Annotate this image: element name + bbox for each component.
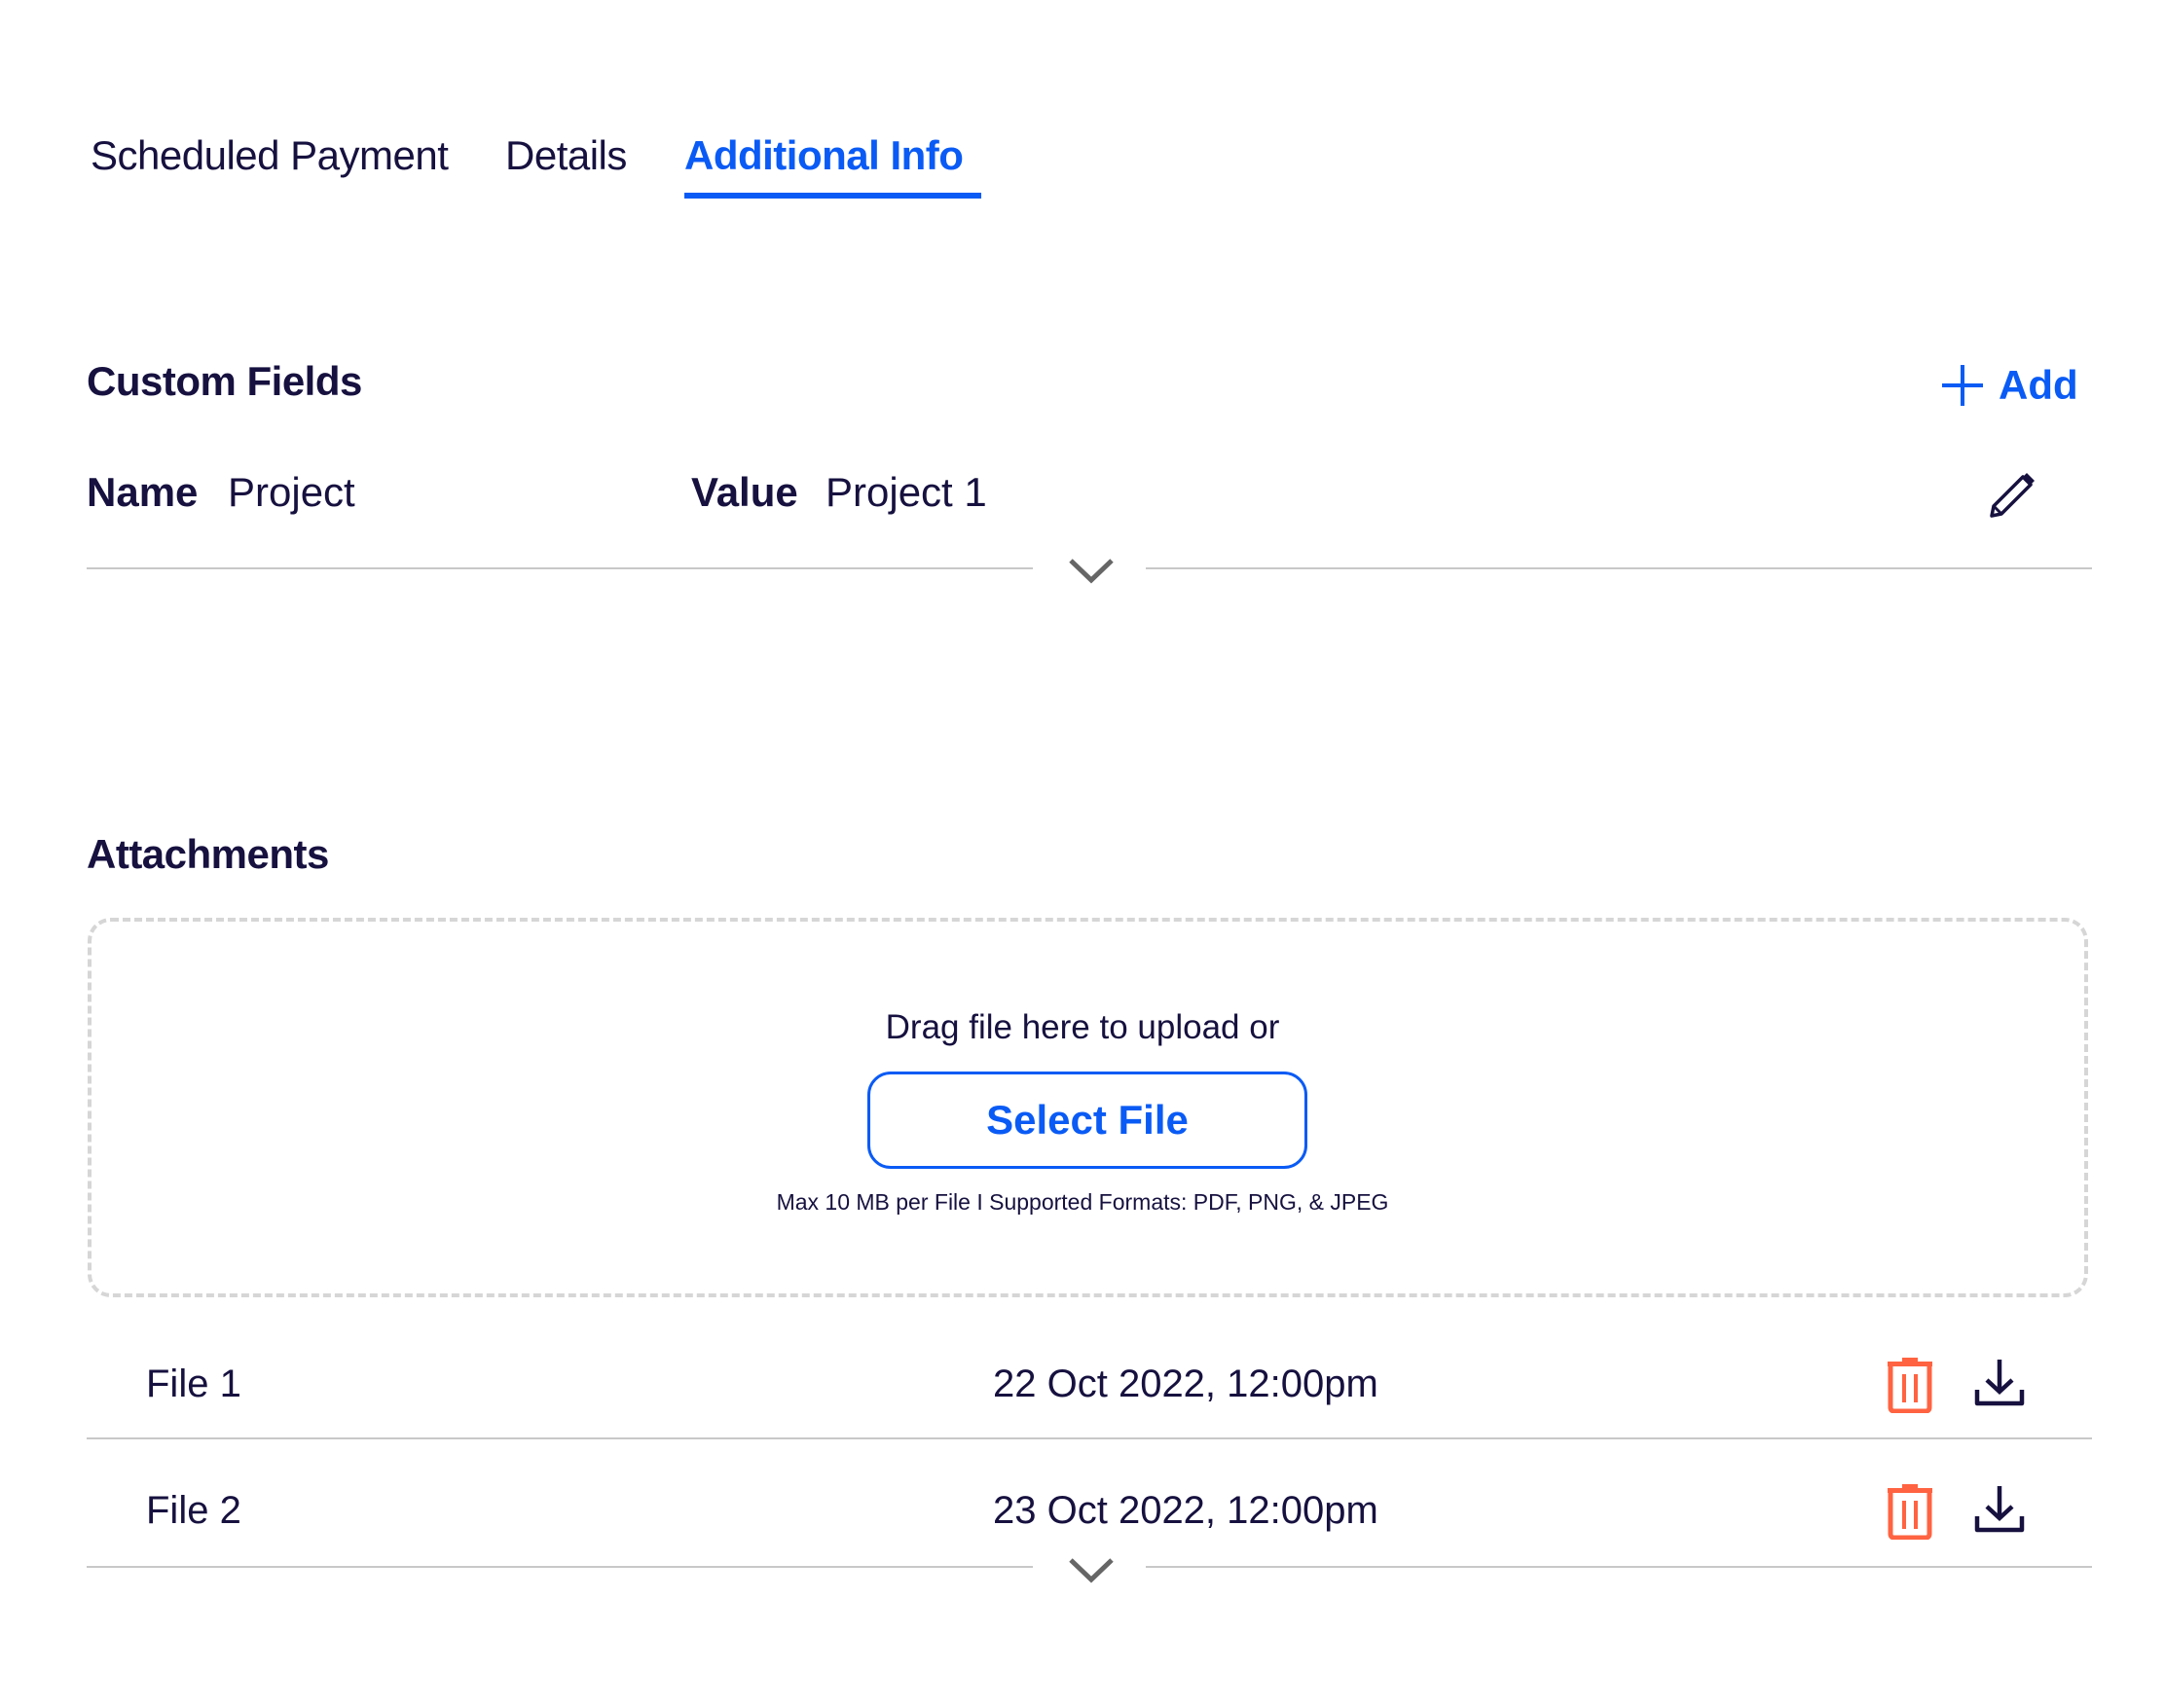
- value-label: Value: [691, 469, 798, 515]
- delete-file-button[interactable]: [1886, 1357, 1934, 1418]
- tab-details[interactable]: Details: [505, 128, 627, 183]
- trash-icon: [1888, 1484, 1932, 1541]
- plus-icon: [1942, 365, 1983, 406]
- file-date: 23 Oct 2022, 12:00pm: [993, 1489, 1378, 1532]
- file-date: 22 Oct 2022, 12:00pm: [993, 1363, 1378, 1405]
- pencil-icon: [1990, 473, 2035, 518]
- chevron-down-icon: [1069, 559, 1114, 584]
- attachments-title: Attachments: [87, 831, 329, 877]
- tab-scheduled-payment[interactable]: Scheduled Payment: [91, 128, 449, 183]
- active-tab-indicator: [684, 193, 981, 199]
- custom-fields-divider-left: [87, 567, 1033, 569]
- download-icon: [1974, 1486, 2025, 1533]
- select-file-button[interactable]: Select File: [867, 1072, 1307, 1169]
- edit-custom-field-button[interactable]: [1986, 469, 2038, 527]
- chevron-down-icon: [1069, 1558, 1114, 1583]
- custom-fields-expand-button[interactable]: [1067, 555, 1116, 591]
- name-value: Project: [228, 469, 355, 515]
- file-name: File 2: [146, 1489, 241, 1532]
- file-row-divider: [87, 1437, 2092, 1439]
- attachments-divider-left: [87, 1566, 1033, 1568]
- download-file-button[interactable]: [1974, 1357, 2025, 1412]
- upload-hint: Max 10 MB per File I Supported Formats: …: [776, 1189, 1389, 1215]
- file-name: File 1: [146, 1363, 241, 1405]
- drag-upload-text: Drag file here to upload or: [885, 1008, 1280, 1046]
- custom-fields-divider-right: [1146, 567, 2092, 569]
- trash-icon: [1888, 1358, 1932, 1414]
- add-custom-field-button[interactable]: Add: [1940, 358, 2078, 413]
- attachments-divider-right: [1146, 1566, 2092, 1568]
- name-label: Name: [87, 469, 199, 515]
- custom-fields-title: Custom Fields: [87, 358, 362, 404]
- tab-additional-info[interactable]: Additional Info: [684, 128, 964, 183]
- add-label: Add: [1999, 362, 2078, 408]
- download-icon: [1974, 1360, 2025, 1406]
- attachments-expand-button[interactable]: [1067, 1554, 1116, 1590]
- download-file-button[interactable]: [1974, 1483, 2025, 1539]
- value-value: Project 1: [826, 469, 987, 515]
- delete-file-button[interactable]: [1886, 1483, 1934, 1544]
